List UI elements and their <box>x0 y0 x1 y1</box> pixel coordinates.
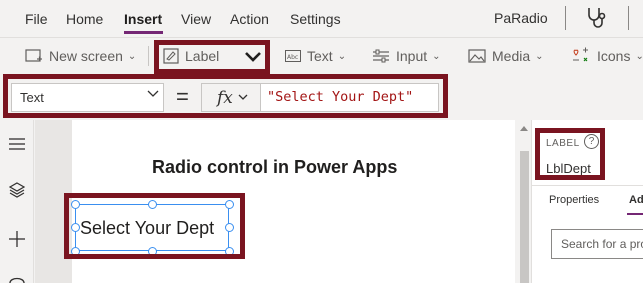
property-search-input[interactable]: Search for a pro <box>551 229 643 259</box>
app-name[interactable]: PaRadio <box>494 10 548 26</box>
tab-advanced[interactable]: Ad <box>629 194 643 206</box>
menu-divider-2 <box>628 6 629 30</box>
new-screen-icon <box>25 49 42 62</box>
power-apps-studio: File Home Insert View Action Settings Pa… <box>0 0 643 283</box>
menu-insert[interactable]: Insert <box>124 11 162 27</box>
menu-view[interactable]: View <box>181 11 211 27</box>
menu-divider <box>565 6 566 30</box>
screen-title[interactable]: Radio control in Power Apps <box>152 157 397 178</box>
left-rail <box>0 120 34 283</box>
input-icon <box>373 49 389 63</box>
text-icon: Abc <box>285 50 301 62</box>
media-button[interactable]: Media ⌄ <box>468 38 544 74</box>
new-screen-label: New screen <box>49 48 123 64</box>
menu-settings[interactable]: Settings <box>290 11 341 27</box>
scroll-up-icon[interactable] <box>519 124 529 132</box>
input-button-label: Input <box>396 48 428 64</box>
toolbar-divider <box>148 46 149 66</box>
label-control-highlight <box>64 193 245 259</box>
media-icon <box>468 49 486 63</box>
svg-text:Abc: Abc <box>287 54 298 61</box>
chevron-down-icon: ⌄ <box>635 50 643 62</box>
media-button-label: Media <box>492 48 531 64</box>
panel-divider <box>531 185 643 186</box>
formula-highlight <box>3 74 448 118</box>
chevron-down-icon: ⌄ <box>127 50 137 62</box>
icons-button[interactable]: Icons ⌄ <box>571 38 643 74</box>
active-tab-indicator <box>627 213 643 215</box>
plus-icon[interactable] <box>9 231 25 247</box>
control-name-highlight <box>535 128 605 180</box>
label-highlight <box>154 40 270 74</box>
icons-icon <box>573 47 588 62</box>
text-button-label: Text <box>307 48 333 64</box>
input-button[interactable]: Input ⌄ <box>372 38 441 74</box>
menu-home[interactable]: Home <box>66 11 103 27</box>
menu-action[interactable]: Action <box>230 11 269 27</box>
active-tab-indicator <box>124 31 163 34</box>
icons-button-label: Icons <box>597 48 631 64</box>
menu-bar: File Home Insert View Action Settings Pa… <box>0 0 643 37</box>
menu-file[interactable]: File <box>25 11 48 27</box>
chevron-down-icon: ⌄ <box>432 50 441 62</box>
chevron-down-icon: ⌄ <box>535 50 544 62</box>
text-button[interactable]: Abc Text ⌄ <box>285 38 346 74</box>
hamburger-icon[interactable] <box>9 138 25 150</box>
app-checker-icon[interactable] <box>584 5 610 29</box>
layers-icon[interactable] <box>9 182 25 198</box>
data-icon[interactable] <box>9 277 25 283</box>
tab-properties[interactable]: Properties <box>549 194 599 206</box>
new-screen-button[interactable]: New screen ⌄ <box>25 38 136 74</box>
chevron-down-icon: ⌄ <box>337 50 347 62</box>
scrollbar-thumb[interactable] <box>520 151 529 283</box>
